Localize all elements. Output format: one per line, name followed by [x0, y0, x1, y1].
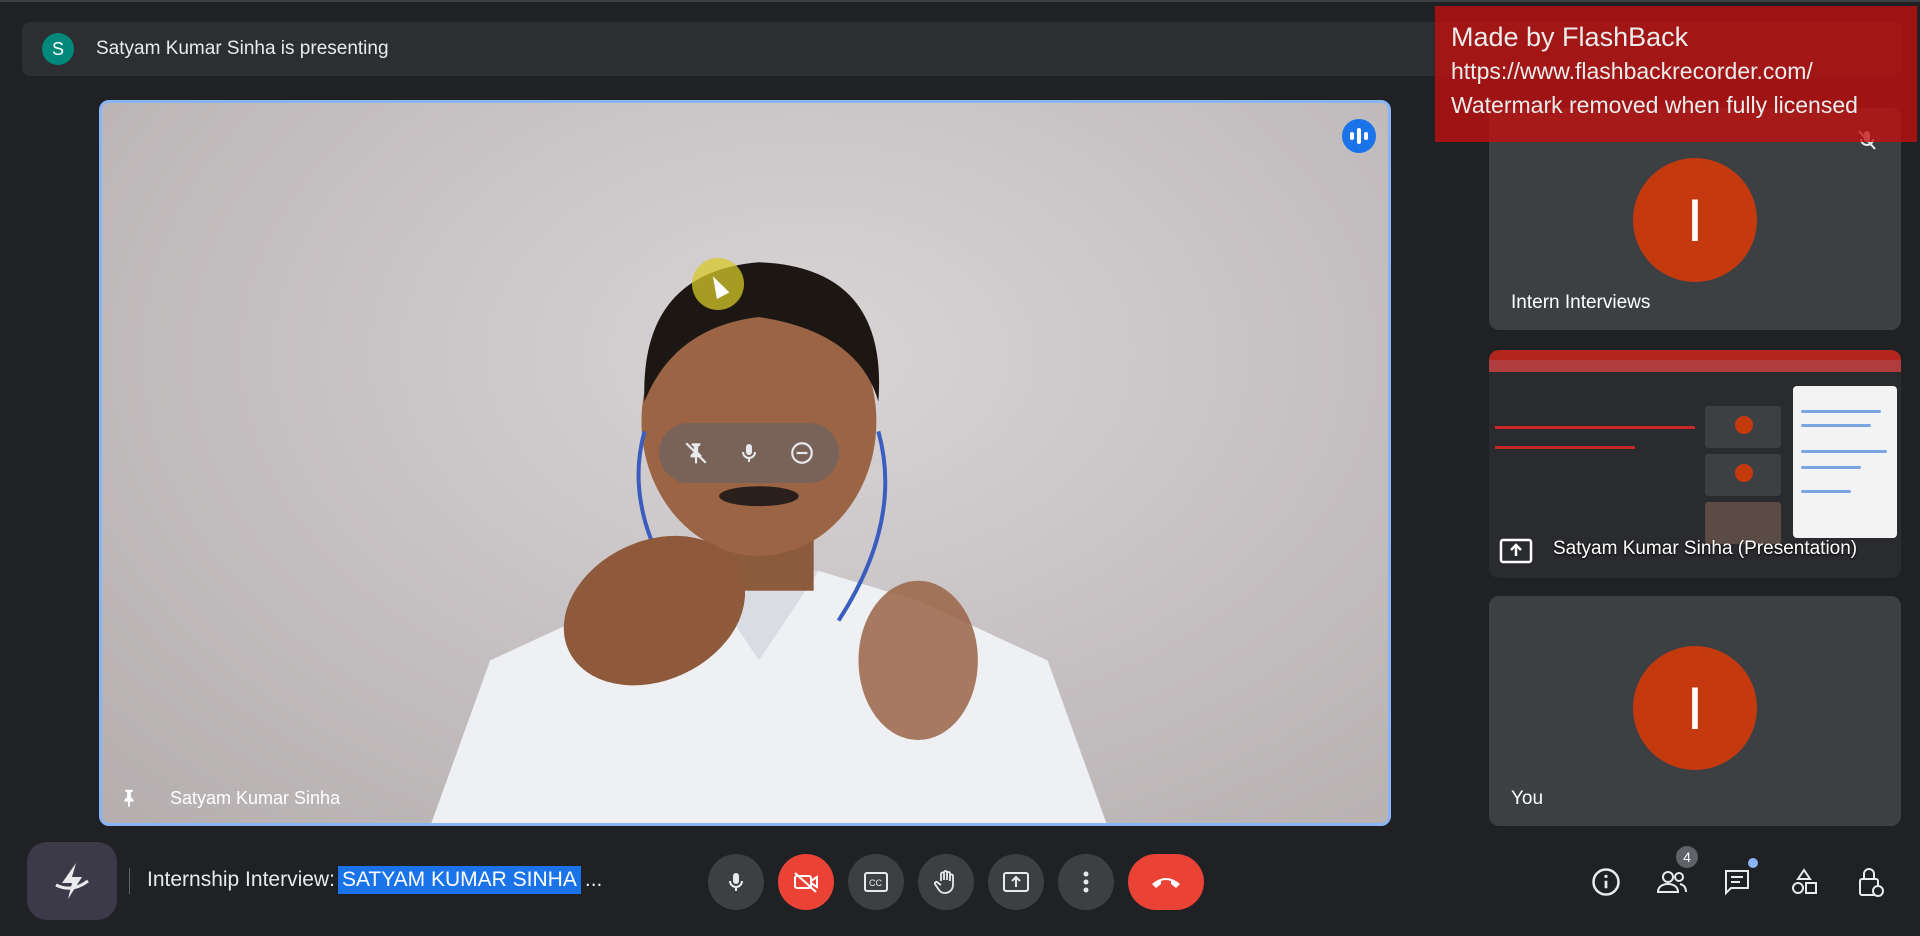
meeting-title-ellipsis: ... [584, 868, 603, 891]
app-logo-icon[interactable] [27, 842, 117, 920]
camera-off-icon [794, 872, 818, 893]
meeting-details-icon [1592, 868, 1620, 896]
participant-avatar: I [1633, 158, 1757, 282]
people-icon [1656, 871, 1687, 893]
people-count-badge: 4 [1676, 846, 1698, 868]
present-screen-icon [1499, 538, 1533, 564]
call-controls: CC [708, 854, 1204, 910]
watermark-line: Watermark removed when fully licensed [1451, 92, 1858, 118]
more-options-icon [1083, 871, 1089, 893]
microphone-icon [729, 873, 743, 891]
raise-hand-button[interactable] [918, 854, 974, 910]
participant-tile-you[interactable]: I You [1489, 596, 1901, 826]
unread-indicator [1748, 858, 1758, 868]
participant-name: Satyam Kumar Sinha [170, 787, 341, 808]
chat-button[interactable] [1718, 858, 1758, 906]
present-screen-icon [1003, 872, 1029, 892]
presentation-tile[interactable]: Satyam Kumar Sinha (Presentation) [1489, 350, 1901, 578]
present-button[interactable] [988, 854, 1044, 910]
microphone-icon[interactable] [729, 433, 769, 473]
meeting-title-selected: SATYAM KUMAR SINHA [337, 866, 581, 894]
microphone-button[interactable] [708, 854, 764, 910]
activities-icon [1792, 868, 1817, 894]
camera-button[interactable] [778, 854, 834, 910]
tile-hover-controls [659, 423, 839, 483]
meeting-details-button[interactable] [1586, 858, 1626, 906]
captions-button[interactable]: CC [848, 854, 904, 910]
more-options-button[interactable] [1058, 854, 1114, 910]
watermark-line: https://www.flashbackrecorder.com/ [1451, 58, 1813, 84]
raise-hand-icon [934, 870, 954, 894]
chat-icon [1725, 870, 1749, 896]
participant-name: You [1511, 788, 1544, 809]
participant-name-label: Satyam Kumar Sinha [116, 785, 340, 811]
speaking-indicator-icon [1342, 119, 1376, 153]
people-button[interactable]: 4 [1652, 846, 1698, 906]
watermark-line: Made by FlashBack [1451, 22, 1689, 52]
captions-icon: CC [864, 872, 888, 892]
end-call-button[interactable] [1128, 854, 1204, 910]
svg-text:CC: CC [869, 878, 882, 888]
presenting-text: Satyam Kumar Sinha is presenting [96, 38, 389, 59]
end-call-icon [1152, 878, 1180, 888]
top-border [0, 0, 1920, 2]
participant-name: Intern Interviews [1511, 292, 1651, 313]
participant-avatar: I [1633, 646, 1757, 770]
presenter-avatar: S [42, 33, 74, 65]
host-controls-icon [1859, 868, 1884, 897]
recorder-watermark: Made by FlashBack https://www.flashbackr… [1435, 6, 1917, 142]
remove-participant-icon[interactable] [782, 433, 822, 473]
presentation-name: Satyam Kumar Sinha (Presentation) [1553, 538, 1858, 559]
main-video-tile[interactable]: Satyam Kumar Sinha [99, 100, 1391, 826]
unpin-icon[interactable] [676, 433, 716, 473]
meeting-title-prefix: Internship Interview: [147, 868, 335, 891]
pin-icon [116, 785, 142, 811]
toolbar-divider [129, 868, 130, 894]
meeting-title: Internship Interview: SATYAM KUMAR SINHA… [147, 866, 602, 894]
activities-button[interactable] [1784, 858, 1824, 906]
host-controls-button[interactable] [1850, 858, 1890, 906]
side-panel-controls: 4 [1586, 846, 1890, 906]
